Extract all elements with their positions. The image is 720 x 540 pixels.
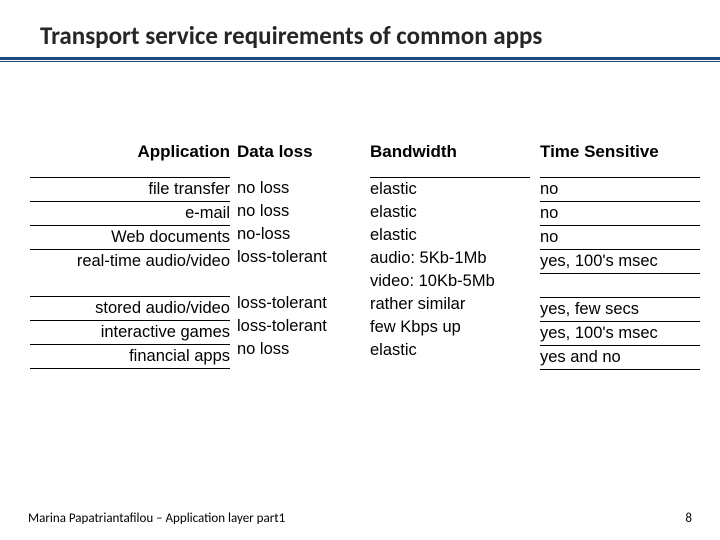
cell-bw: rather similar	[370, 293, 530, 316]
col-time-sensitive: Time Sensitive no no no yes, 100's msec …	[540, 140, 700, 370]
cell-loss: no loss	[237, 200, 347, 223]
page-number: 8	[685, 511, 692, 526]
col-bandwidth: Bandwidth elastic elastic elastic audio:…	[370, 140, 530, 362]
col-application: Application file transfer e-mail Web doc…	[30, 140, 230, 369]
cell-bw: audio: 5Kb-1Mb	[370, 247, 530, 270]
cell-app	[30, 273, 230, 297]
cell-app: real-time audio/video	[30, 250, 230, 273]
cell-ts: yes and no	[540, 346, 700, 370]
footer: Marina Papatriantafilou – Application la…	[28, 511, 692, 526]
col-data-loss: Data loss no loss no loss no-loss loss-t…	[237, 140, 347, 361]
cell-app: Web documents	[30, 226, 230, 250]
cell-loss: loss-tolerant	[237, 292, 347, 315]
footer-author: Marina Papatriantafilou – Application la…	[28, 511, 285, 526]
cell-loss	[237, 269, 347, 292]
cell-loss: loss-tolerant	[237, 246, 347, 269]
cell-loss: no loss	[237, 338, 347, 361]
cell-ts: no	[540, 178, 700, 202]
cell-bw: video: 10Kb-5Mb	[370, 270, 530, 293]
cell-bw: elastic	[370, 201, 530, 224]
page-title: Transport service requirements of common…	[40, 20, 720, 51]
cell-loss: loss-tolerant	[237, 315, 347, 338]
title-block: Transport service requirements of common…	[0, 0, 720, 72]
cell-bw: few Kbps up	[370, 316, 530, 339]
header-bandwidth: Bandwidth	[370, 140, 530, 178]
header-data-loss: Data loss	[237, 140, 347, 177]
cell-app: interactive games	[30, 321, 230, 345]
cell-loss: no-loss	[237, 223, 347, 246]
header-time-sensitive: Time Sensitive	[540, 140, 700, 178]
cell-ts: yes, 100's msec	[540, 322, 700, 346]
cell-bw: elastic	[370, 224, 530, 247]
header-application: Application	[30, 140, 230, 178]
cell-ts: yes, few secs	[540, 298, 700, 322]
cell-loss: no loss	[237, 177, 347, 200]
cell-app: financial apps	[30, 345, 230, 369]
cell-ts: yes, 100's msec	[540, 250, 700, 274]
cell-app: stored audio/video	[30, 297, 230, 321]
title-underline	[0, 57, 720, 62]
cell-app: file transfer	[30, 178, 230, 202]
cell-bw: elastic	[370, 178, 530, 201]
table: Application file transfer e-mail Web doc…	[30, 140, 690, 380]
cell-ts	[540, 274, 700, 298]
cell-app: e-mail	[30, 202, 230, 226]
cell-ts: no	[540, 226, 700, 250]
cell-bw: elastic	[370, 339, 530, 362]
cell-ts: no	[540, 202, 700, 226]
